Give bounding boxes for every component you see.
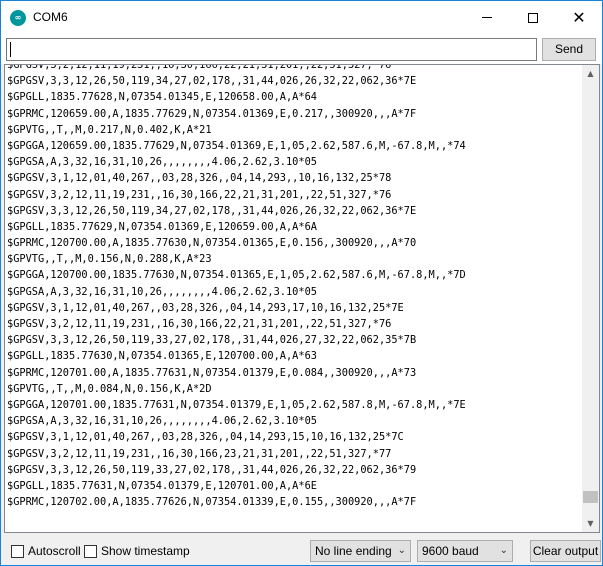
close-icon: ✕ — [572, 7, 586, 27]
serial-output-line: $GPRMC,120659.00,A,1835.77629,N,07354.01… — [7, 107, 417, 120]
serial-output-line: $GPGSV,3,3,12,26,50,119,33,27,02,178,,31… — [7, 463, 417, 476]
serial-output-line: $GPGSA,A,3,32,16,31,10,26,,,,,,,,4.06,2.… — [7, 285, 317, 298]
serial-output-line: $GPGSV,3,2,12,11,19,231,,16,30,166,22,21… — [7, 318, 392, 330]
close-button[interactable]: ✕ — [556, 1, 602, 34]
serial-output-line: $GPRMC,120701.00,A,1835.77631,N,07354.01… — [7, 366, 417, 379]
serial-output-line: $GPGLL,1835.77628,N,07354.01345,E,120658… — [7, 91, 317, 104]
vertical-scrollbar[interactable]: ▲ ▼ — [582, 65, 599, 532]
maximize-icon — [528, 12, 538, 23]
autoscroll-checkbox[interactable]: Autoscroll — [11, 544, 81, 558]
serial-output-line: $GPVTG,,T,,M,0.156,N,0.288,K,A*23 — [7, 253, 212, 266]
serial-output-line: $GPGGA,120701.00,1835.77631,N,07354.0137… — [7, 398, 466, 411]
serial-output-line: $GPGSA,A,3,32,16,31,10,26,,,,,,,,4.06,2.… — [7, 156, 317, 169]
text-caret — [10, 42, 11, 57]
maximize-button[interactable] — [510, 1, 556, 34]
serial-output-area[interactable]: $GPGSV,3,2,12,11,19,231,,16,30,166,22,21… — [4, 64, 600, 533]
serial-output-line: $GPGSV,3,2,12,11,19,231,,16,30,166,23,21… — [7, 447, 392, 460]
serial-monitor-window: ∞ COM6 ✕ Send $GPGSV,3,2,12,11,19,231,,1… — [0, 0, 603, 566]
arduino-infinity-icon: ∞ — [10, 10, 26, 26]
serial-output-line: $GPGLL,1835.77629,N,07354.01369,E,120659… — [7, 220, 317, 233]
serial-output-line: $GPGSV,3,3,12,26,50,119,34,27,02,178,,31… — [7, 204, 417, 217]
serial-output-line: $GPGSV,3,3,12,26,50,119,33,27,02,178,,31… — [7, 334, 417, 347]
line-ending-value: No line ending — [315, 544, 392, 558]
serial-output-line: $GPGSV,3,1,12,01,40,267,,03,28,326,,04,1… — [7, 172, 392, 185]
serial-output-line: $GPGSV,3,1,12,01,40,267,,03,28,326,,04,1… — [7, 301, 404, 314]
scrollbar-thumb[interactable] — [583, 491, 598, 503]
serial-output-line: $GPRMC,120700.00,A,1835.77630,N,07354.01… — [7, 237, 417, 250]
show-timestamp-label: Show timestamp — [101, 544, 190, 558]
send-button[interactable]: Send — [542, 38, 596, 61]
clear-output-button[interactable]: Clear output — [530, 540, 601, 562]
baud-rate-dropdown[interactable]: 9600 baud ⌄ — [417, 540, 513, 562]
autoscroll-checkbox-box[interactable] — [11, 544, 24, 558]
serial-output-line: $GPGSV,3,1,12,01,40,267,,03,28,326,,04,1… — [7, 431, 404, 444]
send-input[interactable] — [6, 38, 537, 61]
serial-output-lines: $GPGSV,3,2,12,11,19,231,,16,30,166,22,21… — [7, 64, 585, 510]
send-bar: Send — [1, 34, 602, 64]
window-title: COM6 — [33, 10, 68, 24]
serial-output-line: $GPVTG,,T,,M,0.084,N,0.156,K,A*2D — [7, 382, 212, 395]
serial-output-line: $GPRMC,120702.00,A,1835.77626,N,07354.01… — [7, 496, 417, 509]
autoscroll-label: Autoscroll — [28, 544, 81, 558]
baud-rate-value: 9600 baud — [422, 544, 479, 558]
line-ending-dropdown[interactable]: No line ending ⌄ — [310, 540, 411, 562]
serial-output-line: $GPGLL,1835.77630,N,07354.01365,E,120700… — [7, 350, 317, 363]
serial-output-line: $GPGLL,1835.77631,N,07354.01379,E,120701… — [7, 479, 317, 492]
serial-output-line: $GPGSV,3,2,12,11,19,231,,16,30,166,22,21… — [7, 64, 392, 71]
serial-output-line: $GPGGA,120700.00,1835.77630,N,07354.0136… — [7, 269, 466, 282]
serial-output-line: $GPGSV,3,2,12,11,19,231,,16,30,166,22,21… — [7, 188, 392, 201]
minimize-icon — [482, 17, 492, 18]
show-timestamp-checkbox[interactable]: Show timestamp — [84, 544, 190, 558]
serial-output-line: $GPVTG,,T,,M,0.217,N,0.402,K,A*21 — [7, 123, 212, 136]
chevron-down-icon: ⌄ — [397, 545, 406, 556]
bottom-bar: Autoscroll Show timestamp No line ending… — [1, 534, 602, 565]
title-bar[interactable]: ∞ COM6 ✕ — [1, 1, 602, 34]
serial-output-line: $GPGGA,120659.00,1835.77629,N,07354.0136… — [7, 139, 466, 152]
scroll-down-arrow-icon[interactable]: ▼ — [582, 515, 599, 532]
chevron-down-icon: ⌄ — [499, 545, 508, 556]
minimize-button[interactable] — [464, 1, 510, 34]
show-timestamp-checkbox-box[interactable] — [84, 544, 97, 558]
scroll-up-arrow-icon[interactable]: ▲ — [582, 65, 599, 82]
serial-output-line: $GPGSV,3,3,12,26,50,119,34,27,02,178,,31… — [7, 75, 417, 88]
serial-output-line: $GPGSA,A,3,32,16,31,10,26,,,,,,,,4.06,2.… — [7, 415, 317, 428]
